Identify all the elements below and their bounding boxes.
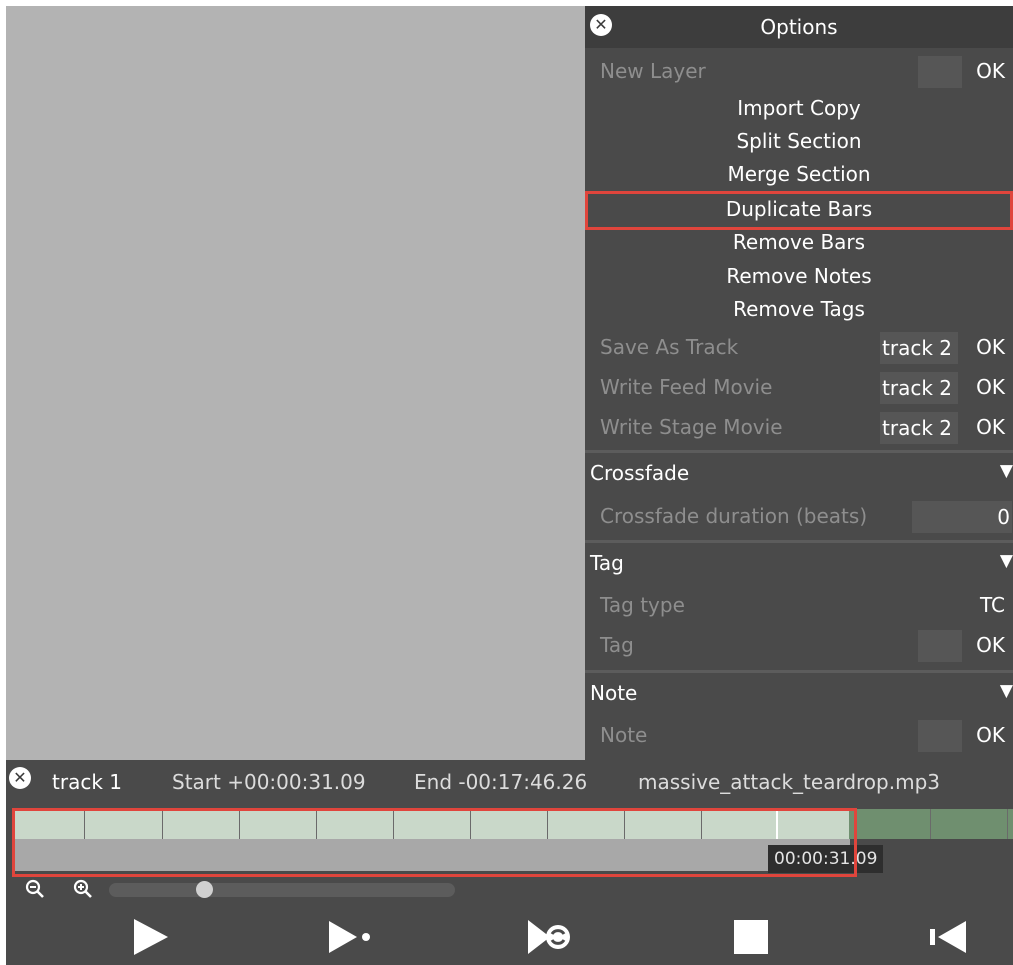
zoom-in-icon[interactable] — [72, 878, 94, 900]
tag-section-header[interactable]: Tag ▼ — [585, 540, 1013, 582]
save-as-track-ok-button[interactable]: OK — [976, 335, 1005, 359]
write-feed-movie-input[interactable]: track 2 — [880, 372, 958, 404]
options-header: ✕ Options — [585, 6, 1013, 48]
remove-tags-label: Remove Tags — [733, 297, 865, 321]
write-stage-movie-row: Write Stage Movie track 2 OK — [585, 412, 1013, 444]
remove-bars-button[interactable]: Remove Bars — [585, 228, 1013, 260]
tag-collapse-icon[interactable]: ▼ — [1000, 551, 1013, 571]
timeline-scrollbar[interactable] — [109, 883, 455, 897]
import-copy-label: Import Copy — [737, 96, 861, 120]
options-title: Options — [760, 15, 838, 39]
bar-tick — [1007, 809, 1008, 839]
play-icon[interactable] — [128, 915, 178, 959]
loop-icon[interactable] — [524, 915, 574, 959]
note-label: Note — [600, 723, 648, 747]
track-name: track 1 — [52, 770, 122, 794]
tag-input[interactable] — [918, 630, 962, 662]
save-as-track-row: Save As Track track 2 OK — [585, 332, 1013, 364]
write-feed-movie-ok-button[interactable]: OK — [976, 375, 1005, 399]
save-as-track-label: Save As Track — [600, 335, 739, 359]
track-start-time: Start +00:00:31.09 — [172, 770, 366, 794]
close-track-icon[interactable]: ✕ — [9, 767, 31, 789]
note-row: Note OK — [585, 720, 1013, 752]
crossfade-duration-label: Crossfade duration (beats) — [600, 504, 868, 528]
new-layer-ok-button[interactable]: OK — [976, 59, 1005, 83]
save-as-track-input[interactable]: track 2 — [880, 332, 958, 364]
transport-panel: ✕ track 1 Start +00:00:31.09 End -00:17:… — [6, 760, 1013, 965]
options-panel: ✕ Options New Layer OK Import Copy Split… — [585, 6, 1013, 760]
note-collapse-icon[interactable]: ▼ — [1000, 681, 1013, 701]
timeline-scroll-thumb[interactable] — [196, 881, 213, 898]
write-stage-movie-input[interactable]: track 2 — [880, 412, 958, 444]
new-layer-label: New Layer — [600, 59, 706, 83]
new-layer-input[interactable] — [918, 56, 962, 88]
note-section-header[interactable]: Note ▼ — [585, 670, 1013, 712]
note-ok-button[interactable]: OK — [976, 723, 1005, 747]
new-layer-row: New Layer OK — [585, 56, 1013, 88]
merge-section-button[interactable]: Merge Section — [585, 160, 1013, 192]
remove-tags-button[interactable]: Remove Tags — [585, 295, 1013, 327]
merge-section-label: Merge Section — [727, 162, 871, 186]
zoom-out-icon[interactable] — [24, 878, 46, 900]
track-end-time: End -00:17:46.26 — [414, 770, 588, 794]
note-input[interactable] — [918, 720, 962, 752]
duplicate-bars-highlight — [585, 191, 1013, 230]
tag-ok-button[interactable]: OK — [976, 633, 1005, 657]
tag-type-label: Tag type — [600, 593, 685, 617]
tag-title: Tag — [590, 551, 624, 575]
crossfade-duration-row: Crossfade duration (beats) 0 — [585, 501, 1013, 533]
track-filename: massive_attack_teardrop.mp3 — [638, 770, 940, 794]
tag-label: Tag — [600, 633, 634, 657]
skip-to-start-icon[interactable] — [924, 915, 974, 959]
tag-row: Tag OK — [585, 630, 1013, 662]
split-section-label: Split Section — [736, 129, 862, 153]
tag-type-row: Tag type TC — [585, 590, 1013, 622]
split-section-button[interactable]: Split Section — [585, 127, 1013, 159]
crossfade-collapse-icon[interactable]: ▼ — [1000, 461, 1013, 481]
import-copy-button[interactable]: Import Copy — [585, 94, 1013, 126]
crossfade-title: Crossfade — [590, 461, 690, 485]
tag-type-select[interactable]: TC — [980, 593, 1005, 617]
stage-canvas — [6, 6, 585, 760]
write-feed-movie-row: Write Feed Movie track 2 OK — [585, 372, 1013, 404]
remove-bars-label: Remove Bars — [732, 230, 866, 254]
remove-notes-label: Remove Notes — [726, 264, 872, 288]
bar-tick — [930, 809, 931, 839]
timeline-highlight — [12, 808, 857, 877]
crossfade-section-header[interactable]: Crossfade ▼ — [585, 450, 1013, 492]
write-stage-movie-label: Write Stage Movie — [600, 415, 783, 439]
note-title: Note — [590, 681, 638, 705]
write-stage-movie-ok-button[interactable]: OK — [976, 415, 1005, 439]
remove-notes-button[interactable]: Remove Notes — [585, 262, 1013, 294]
stop-icon[interactable] — [726, 915, 776, 959]
play-from-icon[interactable] — [324, 915, 374, 959]
write-feed-movie-label: Write Feed Movie — [600, 375, 773, 399]
crossfade-duration-input[interactable]: 0 — [912, 501, 1012, 533]
